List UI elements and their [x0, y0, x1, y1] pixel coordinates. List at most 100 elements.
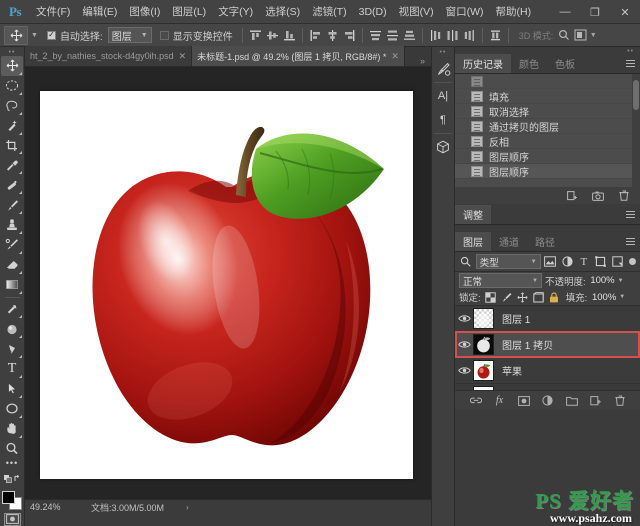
history-item[interactable]: 通过拷贝的图层	[455, 119, 640, 134]
gradient-tool[interactable]	[1, 275, 23, 295]
align-top-edges-icon[interactable]	[247, 27, 264, 44]
layer-visibility-icon[interactable]	[455, 332, 473, 358]
spot-healing-brush-tool[interactable]	[1, 175, 23, 195]
menu-window[interactable]: 窗口(W)	[440, 0, 490, 24]
filter-pixel-icon[interactable]	[544, 255, 558, 269]
auto-select-checkbox[interactable]: ✓	[46, 30, 56, 40]
eyedropper-tool[interactable]	[1, 155, 23, 175]
history-scrollbar-thumb[interactable]	[633, 80, 639, 110]
distribute-top-edges-icon[interactable]	[367, 27, 384, 44]
workspace-chevron-icon[interactable]: ▼	[588, 27, 598, 43]
more-tools-icon[interactable]: •••	[6, 458, 18, 468]
lock-all-icon[interactable]	[548, 291, 561, 304]
menu-file[interactable]: 文件(F)	[30, 0, 76, 24]
dodge-tool[interactable]	[1, 299, 23, 319]
lock-image-pixels-icon[interactable]	[500, 291, 513, 304]
close-icon[interactable]: ✕	[179, 51, 187, 62]
filter-shape-icon[interactable]	[594, 255, 608, 269]
paragraph-panel-icon[interactable]: ¶	[432, 108, 454, 132]
tab-overflow-icon[interactable]: »	[414, 56, 431, 66]
quick-mask-icon[interactable]	[3, 512, 21, 526]
fill-value[interactable]: 100%	[590, 292, 616, 303]
default-colors-and-swap-icon[interactable]	[1, 469, 23, 489]
dock-grip[interactable]: ••	[440, 49, 447, 57]
auto-align-layers-icon[interactable]	[487, 27, 504, 44]
brush-tool[interactable]	[1, 195, 23, 215]
maximize-button[interactable]: ❐	[580, 0, 610, 24]
align-bottom-edges-icon[interactable]	[281, 27, 298, 44]
auto-select-scope-dropdown[interactable]: 图层 ▼	[107, 27, 152, 43]
tab-color[interactable]: 颜色	[511, 54, 547, 73]
menu-type[interactable]: 文字(Y)	[212, 0, 259, 24]
distribute-horizontal-centers-icon[interactable]	[444, 27, 461, 44]
search-icon[interactable]	[459, 255, 473, 269]
layer-thumbnail[interactable]	[473, 360, 494, 381]
tab-swatches[interactable]: 色板	[547, 54, 583, 73]
layer-style-icon[interactable]: fx	[494, 395, 506, 407]
crop-tool[interactable]	[1, 136, 23, 156]
new-snapshot-icon[interactable]	[592, 190, 604, 202]
history-item[interactable]: 图层顺序	[455, 149, 640, 164]
layer-name[interactable]: 苹果	[502, 363, 522, 378]
layer-visibility-icon[interactable]	[455, 358, 473, 384]
history-scrollbar[interactable]	[632, 74, 640, 187]
3d-panel-icon[interactable]	[432, 135, 454, 159]
menu-layer[interactable]: 图层(L)	[166, 0, 212, 24]
delete-state-icon[interactable]	[618, 190, 630, 202]
new-document-from-state-icon[interactable]	[566, 190, 578, 202]
align-left-edges-icon[interactable]	[307, 27, 324, 44]
menu-select[interactable]: 选择(S)	[259, 0, 306, 24]
distribute-vertical-centers-icon[interactable]	[384, 27, 401, 44]
lock-artboard-nesting-icon[interactable]	[532, 291, 545, 304]
new-group-icon[interactable]	[565, 395, 578, 407]
panel-menu-icon[interactable]	[626, 238, 635, 247]
toolbar-grip[interactable]: ••	[0, 49, 24, 56]
fill-chevron-icon[interactable]: ▼	[619, 294, 625, 300]
eraser-tool[interactable]	[1, 255, 23, 275]
layer-row[interactable]: 图层 1	[455, 306, 640, 332]
menu-3d[interactable]: 3D(D)	[353, 0, 393, 24]
menu-view[interactable]: 视图(V)	[393, 0, 440, 24]
tab-history[interactable]: 历史记录	[455, 54, 511, 73]
zoom-level[interactable]: 49.24%	[25, 502, 87, 512]
tool-preset-caret-icon[interactable]: ▼	[29, 32, 40, 39]
layer-mask-icon[interactable]	[517, 395, 530, 407]
panel-menu-icon[interactable]	[626, 60, 635, 69]
lock-transparent-pixels-icon[interactable]	[484, 291, 497, 304]
filter-kind-dropdown[interactable]: 类型 ▼	[475, 254, 541, 269]
foreground-color-swatch[interactable]	[2, 490, 15, 504]
lock-position-icon[interactable]	[516, 291, 529, 304]
history-brush-tool[interactable]	[1, 235, 23, 255]
character-panel-icon[interactable]: A|	[432, 84, 454, 108]
distribute-right-edges-icon[interactable]	[461, 27, 478, 44]
history-item[interactable]: 反相	[455, 134, 640, 149]
close-icon[interactable]: ✕	[391, 51, 399, 62]
layer-name[interactable]: 图层 1	[502, 311, 530, 326]
align-horizontal-centers-icon[interactable]	[324, 27, 341, 44]
document-tab-2[interactable]: 未标题-1.psd @ 49.2% (图层 1 拷贝, RGB/8#) * ✕	[192, 46, 405, 66]
move-tool[interactable]	[1, 56, 23, 76]
menu-image[interactable]: 图像(I)	[123, 0, 166, 24]
search-icon[interactable]	[556, 27, 572, 43]
opacity-value[interactable]: 100%	[589, 275, 614, 286]
canvas-area[interactable]	[25, 67, 431, 499]
layer-thumbnail[interactable]	[473, 334, 494, 355]
workspace-switcher-icon[interactable]	[572, 27, 588, 43]
close-button[interactable]: ✕	[610, 0, 640, 24]
marquee-tool[interactable]	[1, 76, 23, 96]
layers-list[interactable]: 图层 1 图层 1 拷贝 苹果 fx	[455, 306, 640, 410]
tab-channels[interactable]: 通道	[491, 232, 527, 251]
layer-row-selected[interactable]: 图层 1 拷贝	[455, 331, 640, 358]
opacity-chevron-icon[interactable]: ▼	[618, 278, 624, 284]
link-layers-icon[interactable]	[469, 395, 482, 407]
layer-thumbnail[interactable]	[473, 308, 494, 329]
filter-smart-object-icon[interactable]	[610, 255, 624, 269]
document-tab-1[interactable]: ht_2_by_nathies_stock-d4gy0ih.psd ✕	[25, 46, 193, 66]
quick-selection-tool[interactable]	[1, 116, 23, 136]
filter-adjustment-icon[interactable]	[560, 255, 574, 269]
align-vertical-centers-icon[interactable]	[264, 27, 281, 44]
minimize-button[interactable]: —	[550, 0, 580, 24]
tab-adjustments[interactable]: 调整	[455, 205, 491, 224]
path-selection-tool[interactable]	[1, 379, 23, 399]
lasso-tool[interactable]	[1, 96, 23, 116]
